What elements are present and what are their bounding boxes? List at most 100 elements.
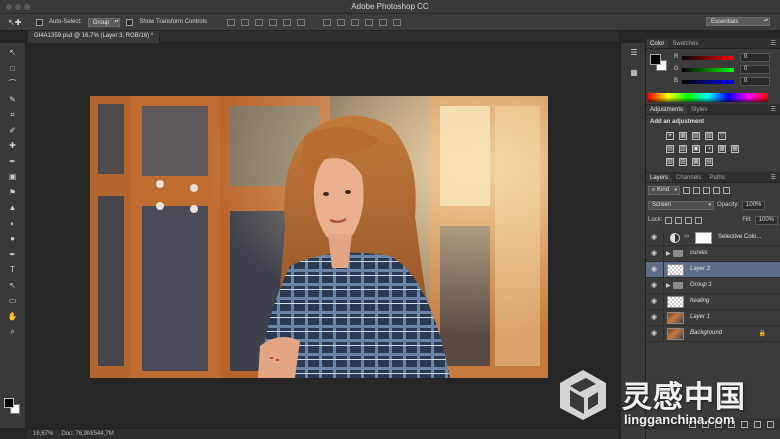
tab-swatches[interactable]: Swatches [668,40,702,48]
layer-row[interactable]: ◉ 🔒 Background [646,326,780,342]
rectangle-tool-icon[interactable]: ✋ [6,311,19,322]
canvas-area[interactable] [27,44,618,428]
layer-row[interactable]: ◉ ∞ Selective Colo... [646,230,780,246]
visibility-eye-icon[interactable]: ◉ [651,298,659,305]
adjustment-button-icon[interactable]: ▩ [718,144,726,153]
layer-filter-kind-dropdown[interactable]: ⌕ Kind [648,185,681,195]
red-slider[interactable] [682,56,734,60]
adjustment-button-icon[interactable]: ▨ [705,131,713,140]
history-panel-icon[interactable]: ☰ [627,47,641,59]
document-size[interactable]: Doc: 76,9M/544,7M [61,431,113,437]
tab-channels[interactable]: Channels [672,174,705,182]
align-top-icon[interactable] [227,18,236,26]
distribute-right-icon[interactable] [393,18,402,26]
tab-color[interactable]: Color [646,40,669,48]
adjustment-button-icon[interactable]: ▦ [731,144,739,153]
blue-value-field[interactable]: 0 [740,77,770,86]
distribute-hcenter-icon[interactable] [379,18,388,26]
gradient-tool-icon[interactable]: ◐ [6,218,19,229]
green-value-field[interactable]: 0 [740,65,770,74]
minimize-window-button[interactable] [15,4,21,10]
green-slider[interactable] [682,68,734,72]
layer-row[interactable]: ◉ Layer 3 [646,262,780,278]
hand-tool-icon[interactable]: ⌕ [6,326,19,337]
align-vcenter-icon[interactable] [241,18,250,26]
adjustment-button-icon[interactable]: ◑ [705,144,713,153]
spot-healing-tool-icon[interactable]: ✚ [6,140,19,151]
expand-group-icon[interactable]: ▶ [666,250,671,257]
filter-shape-icon[interactable] [713,186,721,194]
adjustment-button-icon[interactable]: ▧ [666,157,674,166]
layer-row[interactable]: ◉ ▶ Group 1 [646,278,780,294]
distribute-vcenter-icon[interactable] [337,18,346,26]
adjustment-button-icon[interactable]: ▽ [718,131,726,140]
lock-all-icon[interactable] [695,216,703,224]
pen-tool-icon[interactable]: T [6,264,19,275]
align-left-icon[interactable] [269,18,278,26]
distribute-left-icon[interactable] [365,18,374,26]
align-right-icon[interactable] [297,18,306,26]
adjustment-button-icon[interactable]: ▣ [692,144,700,153]
blur-tool-icon[interactable]: ● [6,233,19,244]
distribute-top-icon[interactable] [323,18,332,26]
move-tool-icon[interactable]: ↖ [6,47,19,58]
document-photo[interactable] [90,96,548,378]
filter-type-icon[interactable] [703,186,711,194]
fill-field[interactable]: 100% [754,215,778,225]
layer-row[interactable]: ◉ ▶ curves [646,246,780,262]
layer-mask-thumbnail[interactable] [695,232,712,244]
panel-menu-icon[interactable]: ☰ [771,40,776,47]
zoom-level[interactable]: 16,67% [33,431,53,437]
align-hcenter-icon[interactable] [283,18,292,26]
clone-stamp-tool-icon[interactable]: ▣ [6,171,19,182]
adjustment-button-icon[interactable]: ▦ [679,131,687,140]
visibility-eye-icon[interactable]: ◉ [651,250,659,257]
layer-row[interactable]: ◉ Layer 1 [646,310,780,326]
crop-tool-icon[interactable]: ⌗ [6,109,19,120]
history-brush-tool-icon[interactable]: ⚑ [6,187,19,198]
adjustment-button-icon[interactable]: ▤ [666,144,674,153]
filter-adjustment-icon[interactable] [693,186,701,194]
distribute-bottom-icon[interactable] [351,18,360,26]
visibility-eye-icon[interactable]: ◉ [651,314,659,321]
opacity-field[interactable]: 100% [742,200,766,210]
blue-slider[interactable] [682,80,734,84]
move-tool-preset-icon[interactable]: ↖✚ [8,18,30,27]
auto-select-checkbox[interactable] [36,18,43,26]
panel-menu-icon[interactable]: ☰ [771,174,776,181]
adjustment-button-icon[interactable]: ▥ [679,144,687,153]
tab-styles[interactable]: Styles [687,106,711,114]
filter-smart-object-icon[interactable] [723,186,731,194]
lasso-tool-icon[interactable]: ⌒ [6,78,19,89]
path-select-tool-icon[interactable]: ▭ [6,295,19,306]
red-value-field[interactable]: 0 [740,53,770,62]
workspace-dropdown[interactable]: Essentials [706,17,770,26]
blend-mode-dropdown[interactable]: Screen [648,200,714,210]
show-transform-checkbox[interactable] [126,18,134,26]
tab-adjustments[interactable]: Adjustments [646,106,688,114]
eyedropper-tool-icon[interactable]: ✐ [6,125,19,136]
lock-position-icon[interactable] [685,216,693,224]
color-spectrum-ramp[interactable] [648,93,768,102]
tab-layers[interactable]: Layers [646,174,673,182]
panel-menu-icon[interactable]: ☰ [771,106,776,113]
color-foreground-swatch[interactable] [650,54,661,65]
visibility-eye-icon[interactable]: ◉ [651,282,659,289]
marquee-tool-icon[interactable]: □ [6,63,19,74]
filter-pixel-icon[interactable] [683,186,691,194]
auto-select-dropdown[interactable]: Group [87,17,121,27]
adjustment-button-icon[interactable]: ▨ [679,157,687,166]
eraser-tool-icon[interactable]: ▲ [6,202,19,213]
adjustment-button-icon[interactable]: ▩ [692,157,700,166]
visibility-eye-icon[interactable]: ◉ [651,234,659,241]
quick-select-tool-icon[interactable]: ✎ [6,94,19,105]
close-window-button[interactable] [6,4,12,10]
adjustment-button-icon[interactable]: ☀ [666,131,674,140]
align-bottom-icon[interactable] [255,18,264,26]
document-tab[interactable]: GI4A1359.psd @ 16,7% (Layer 3, RGB/16) * [28,31,161,43]
visibility-eye-icon[interactable]: ◉ [651,330,659,337]
type-tool-icon[interactable]: ↖ [6,280,19,291]
brush-tool-icon[interactable]: ✒ [6,156,19,167]
dodge-tool-icon[interactable]: ✒ [6,249,19,260]
expand-group-icon[interactable]: ▶ [666,282,671,289]
